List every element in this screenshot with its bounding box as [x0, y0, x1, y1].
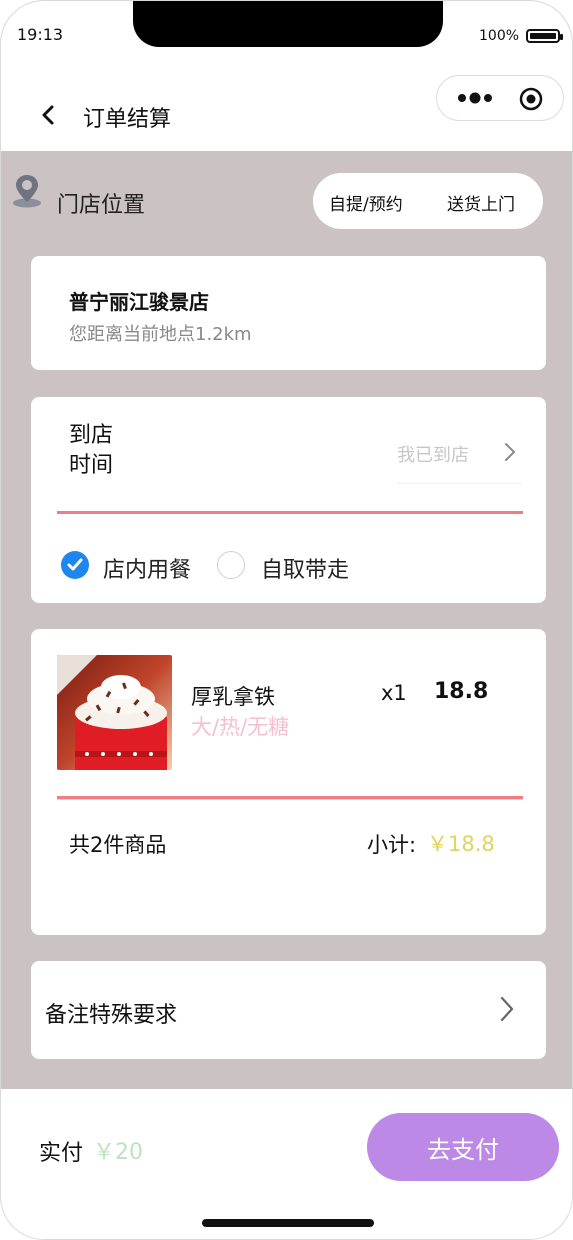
store-card[interactable]: 普宁丽江骏景店 您距离当前地点1.2km [31, 256, 546, 370]
home-indicator [202, 1219, 374, 1227]
arrived-input[interactable]: 我已到店 [397, 441, 469, 467]
back-chevron-icon[interactable] [37, 103, 61, 127]
store-name: 普宁丽江骏景店 [69, 290, 209, 314]
notes-label: 备注特殊要求 [45, 1003, 178, 1028]
subtotal-label: 小计: [367, 833, 417, 857]
divider [57, 796, 523, 800]
battery-percent: 100% [479, 28, 520, 44]
product-name: 厚乳拿铁 [191, 685, 275, 709]
notes-row[interactable]: 备注特殊要求 [31, 961, 546, 1059]
navbar: 订单结算 [1, 71, 572, 151]
mode-delivery[interactable]: 送货上门 [447, 190, 515, 215]
subtotal-value: ￥18.8 [427, 832, 495, 856]
location-label: 门店位置 [57, 193, 146, 218]
latte-cup-image [57, 655, 172, 770]
product-qty: x1 [381, 681, 407, 705]
status-bar: 19:13 100% [1, 1, 572, 61]
item-count: 共2件商品 [69, 833, 167, 857]
pay-button[interactable]: 去支付 [367, 1113, 559, 1181]
input-underline [397, 483, 521, 484]
takeaway-label[interactable]: 自取带走 [261, 552, 349, 584]
pickup-card: 到店时间 我已到店 店内用餐 自取带走 [31, 397, 546, 603]
chevron-right-icon [500, 996, 514, 1022]
delivery-mode-toggle: 自提/预约 送货上门 [313, 173, 543, 229]
checkmark-icon [67, 558, 83, 571]
page-title: 订单结算 [83, 107, 172, 132]
map-pin-icon [13, 175, 41, 208]
product-price: 18.8 [434, 679, 489, 704]
checkout-content: 门店位置 自提/预约 送货上门 普宁丽江骏景店 您距离当前地点1.2km 到店时… [1, 151, 572, 1089]
chevron-right-icon[interactable] [503, 441, 517, 463]
dine-in-radio[interactable] [61, 551, 89, 579]
battery-icon [526, 29, 563, 43]
paid-label: 实付 [39, 1141, 84, 1166]
phone-frame: 19:13 100% 订单结算 门店位置 自提/预约 送货上门 普宁丽江骏景店 … [0, 0, 573, 1240]
product-spec: 大/热/无糖 [191, 715, 290, 739]
more-dots-icon[interactable] [457, 90, 497, 106]
status-time: 19:13 [17, 25, 64, 44]
arrival-time-label: 到店时间 [69, 423, 114, 478]
order-items-card: 厚乳拿铁 大/热/无糖 x1 18.8 共2件商品 小计: ￥18.8 [31, 629, 546, 935]
mini-program-capsule [436, 75, 564, 121]
store-distance: 您距离当前地点1.2km [69, 324, 252, 345]
target-icon[interactable] [519, 87, 543, 111]
notch [133, 1, 443, 47]
divider [57, 511, 523, 514]
takeaway-radio[interactable] [217, 551, 245, 579]
mode-self-pickup[interactable]: 自提/预约 [329, 190, 403, 215]
paid-amount: ￥20 [93, 1140, 143, 1165]
checkout-footer: 实付 ￥20 去支付 [1, 1089, 572, 1239]
dine-in-label[interactable]: 店内用餐 [103, 552, 191, 584]
